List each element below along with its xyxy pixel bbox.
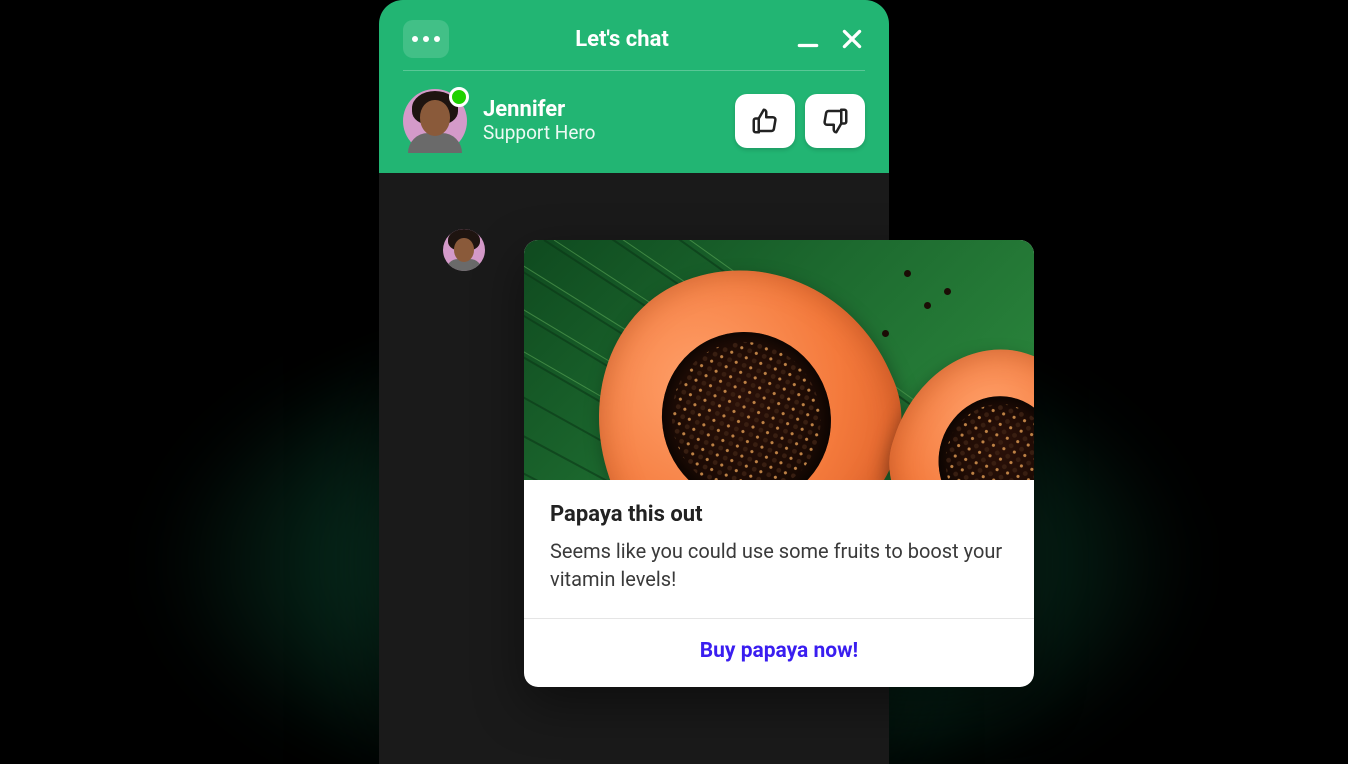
close-button[interactable] bbox=[839, 26, 865, 52]
product-card: Papaya this out Seems like you could use… bbox=[524, 240, 1034, 687]
card-content: Papaya this out Seems like you could use… bbox=[524, 480, 1034, 618]
chat-header: Let's chat bbox=[379, 0, 889, 173]
window-title: Let's chat bbox=[449, 27, 795, 52]
thumbs-up-icon bbox=[750, 106, 780, 136]
buy-now-link[interactable]: Buy papaya now! bbox=[700, 639, 859, 663]
window-controls bbox=[795, 26, 865, 52]
presence-indicator bbox=[449, 87, 469, 107]
ellipsis-icon bbox=[423, 36, 429, 42]
agent-avatar bbox=[403, 89, 467, 153]
card-body: Seems like you could use some fruits to … bbox=[550, 537, 1008, 594]
seed-speck bbox=[924, 302, 931, 309]
seed-speck bbox=[944, 288, 951, 295]
card-cta: Buy papaya now! bbox=[524, 619, 1034, 687]
message-avatar bbox=[443, 229, 485, 271]
minimize-icon bbox=[795, 26, 821, 52]
thumbs-down-icon bbox=[820, 106, 850, 136]
card-image bbox=[524, 240, 1034, 480]
ellipsis-icon bbox=[412, 36, 418, 42]
seed-speck bbox=[882, 330, 889, 337]
close-icon bbox=[839, 26, 865, 52]
rating-buttons bbox=[735, 94, 865, 148]
seed-speck bbox=[904, 270, 911, 277]
titlebar: Let's chat bbox=[403, 14, 865, 64]
agent-role: Support Hero bbox=[483, 122, 719, 145]
minimize-button[interactable] bbox=[795, 26, 821, 52]
thumbs-up-button[interactable] bbox=[735, 94, 795, 148]
more-options-button[interactable] bbox=[403, 20, 449, 58]
ellipsis-icon bbox=[434, 36, 440, 42]
agent-info: Jennifer Support Hero bbox=[483, 97, 719, 145]
agent-name: Jennifer bbox=[483, 97, 719, 122]
card-title: Papaya this out bbox=[550, 502, 1008, 527]
agent-row: Jennifer Support Hero bbox=[403, 89, 865, 153]
thumbs-down-button[interactable] bbox=[805, 94, 865, 148]
header-divider bbox=[403, 70, 865, 71]
